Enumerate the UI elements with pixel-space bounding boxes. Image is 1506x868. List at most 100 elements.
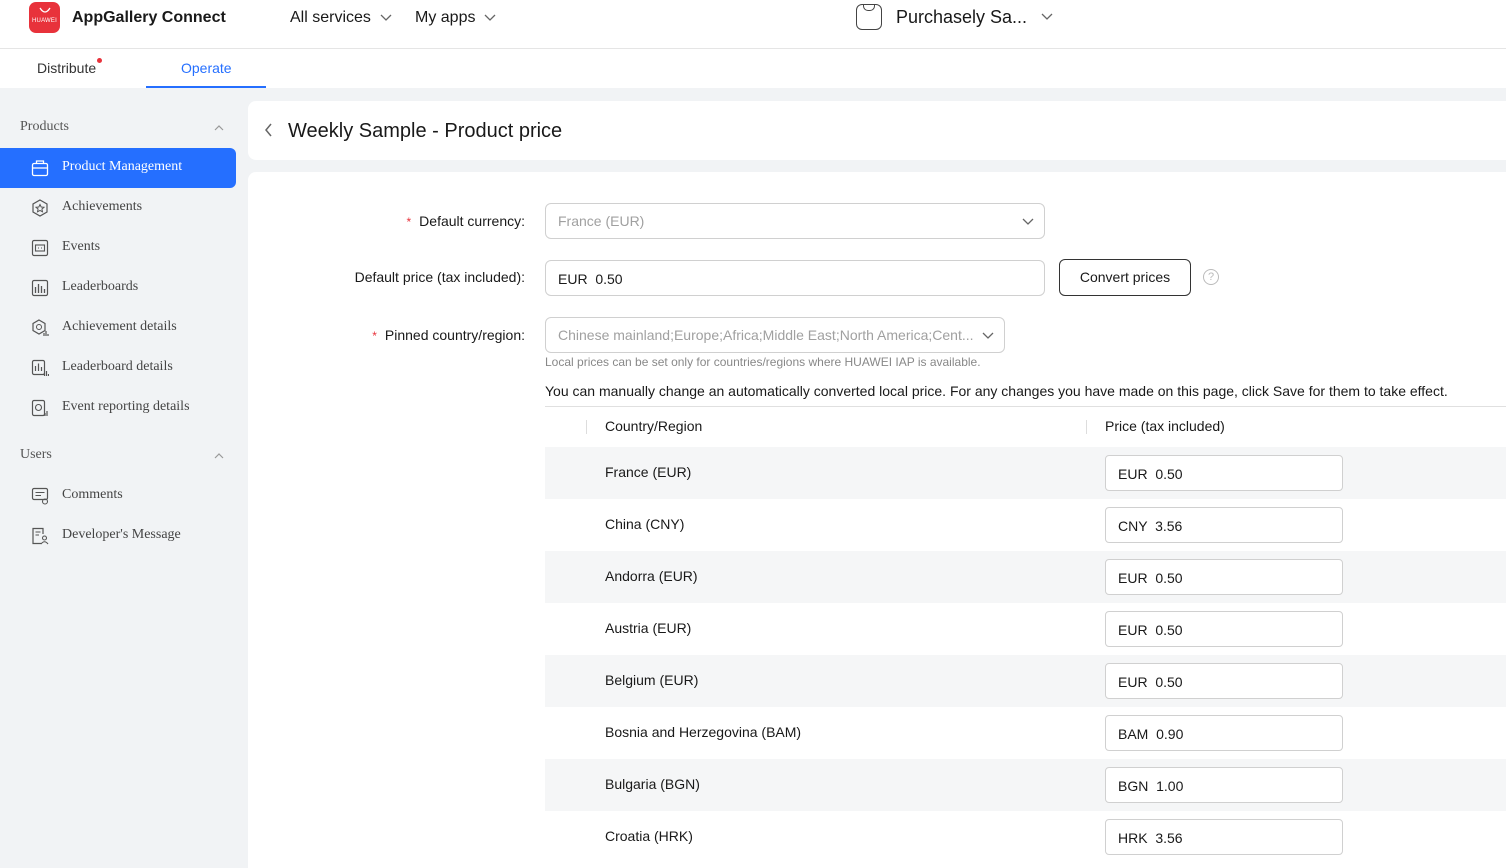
app-switcher[interactable]: Purchasely Sa...: [856, 4, 1053, 30]
sidebar-item-label: Achievement details: [62, 319, 177, 334]
price-value: CNY 3.56: [1118, 518, 1183, 534]
table-row: Andorra (EUR) EUR 0.50: [545, 551, 1506, 603]
table-row: Bosnia and Herzegovina (BAM) BAM 0.90: [545, 707, 1506, 759]
default-price-field[interactable]: EUR 0.50: [545, 260, 1045, 296]
table-row: China (CNY) CNY 3.56: [545, 499, 1506, 551]
tab-operate-label: Operate: [181, 60, 232, 76]
price-input[interactable]: EUR 0.50: [1105, 559, 1343, 595]
price-input[interactable]: EUR 0.50: [1105, 611, 1343, 647]
logo-text: HUAWEI: [32, 18, 57, 24]
sidebar-item-label: Leaderboard details: [62, 359, 173, 374]
sidebar-item-label: Event reporting details: [62, 399, 190, 414]
tab-distribute[interactable]: Distribute: [37, 58, 103, 76]
table-row: Belgium (EUR) EUR 0.50: [545, 655, 1506, 707]
group-users[interactable]: Users: [20, 447, 52, 463]
table-header: Country/Region Price (tax included): [545, 406, 1506, 447]
required-marker: *: [372, 329, 377, 343]
country-cell: Andorra (EUR): [605, 568, 698, 584]
sidebar-item-label: Leaderboards: [62, 279, 139, 294]
chevron-down-icon: [380, 14, 392, 21]
all-services-menu[interactable]: All services: [290, 9, 392, 27]
sidebar-item-achievements[interactable]: Achievements: [0, 188, 236, 228]
tab-bar: Distribute Operate: [0, 49, 1506, 88]
bag-handle-icon: [39, 7, 51, 13]
pinned-country-label: * Pinned country/region:: [372, 327, 525, 343]
developer-message-icon: [32, 527, 49, 545]
table-row: Bulgaria (BGN) BGN 1.00: [545, 759, 1506, 811]
notification-dot: [97, 58, 103, 63]
sidebar-item-achievement-details[interactable]: Achievement details: [0, 308, 236, 348]
sidebar-item-comments[interactable]: Comments: [0, 476, 236, 516]
pinned-country-select[interactable]: Chinese mainland;Europe;Africa;Middle Ea…: [545, 317, 1005, 353]
chevron-down-icon: [1041, 13, 1053, 20]
sidebar-item-leaderboard-details[interactable]: Leaderboard details: [0, 348, 236, 388]
sidebar-item-label: Product Management: [62, 159, 183, 174]
app-title[interactable]: AppGallery Connect: [72, 9, 226, 27]
pinned-country-value: Chinese mainland;Europe;Africa;Middle Ea…: [558, 327, 974, 343]
event-reporting-icon: [31, 399, 48, 417]
tab-distribute-label: Distribute: [37, 60, 97, 76]
sidebar-item-label: Comments: [62, 487, 123, 502]
price-input[interactable]: BGN 1.00: [1105, 767, 1343, 803]
sidebar-item-label: Events: [62, 239, 101, 254]
bag-icon: [31, 160, 49, 177]
all-services-label: All services: [290, 9, 371, 26]
price-table: Country/Region Price (tax included) Fran…: [545, 406, 1506, 863]
country-cell: Bulgaria (BGN): [605, 776, 700, 792]
price-input[interactable]: CNY 3.56: [1105, 507, 1343, 543]
achievement-details-icon: [32, 319, 49, 336]
sidebar-item-leaderboards[interactable]: Leaderboards: [0, 268, 236, 308]
page-title: Weekly Sample - Product price: [288, 120, 563, 142]
price-form: * Default currency: France (EUR) Default …: [248, 172, 1506, 868]
price-value: EUR 0.50: [1118, 466, 1183, 482]
price-value: EUR 0.50: [1118, 622, 1183, 638]
sidebar: Products Product Management Achievements…: [0, 88, 248, 868]
price-value: HRK 3.56: [1118, 830, 1183, 846]
required-marker: *: [406, 215, 412, 229]
chevron-up-icon[interactable]: [214, 453, 224, 459]
default-price-label: Default price (tax included):: [354, 269, 525, 285]
current-app-name: Purchasely Sa...: [896, 6, 1028, 27]
group-products[interactable]: Products: [20, 119, 69, 135]
sidebar-item-product-management[interactable]: Product Management: [0, 148, 236, 188]
default-currency-label-text: Default currency:: [419, 213, 525, 229]
huawei-logo[interactable]: HUAWEI: [29, 2, 60, 33]
achievement-icon: [32, 199, 48, 217]
column-divider: [1086, 420, 1087, 434]
default-currency-value: France (EUR): [558, 213, 645, 229]
country-cell: Croatia (HRK): [605, 828, 693, 844]
top-header: HUAWEI AppGallery Connect All services M…: [0, 0, 1506, 49]
leaderboard-icon: [31, 279, 49, 297]
sidebar-item-label: Developer's Message: [62, 527, 181, 542]
chevron-down-icon: [1022, 218, 1034, 225]
table-row: Croatia (HRK) HRK 3.56: [545, 811, 1506, 863]
price-input[interactable]: HRK 3.56: [1105, 819, 1343, 855]
pinned-country-label-text: Pinned country/region:: [384, 327, 525, 343]
page-header: Weekly Sample - Product price: [248, 101, 1506, 160]
price-input[interactable]: EUR 0.50: [1105, 455, 1343, 491]
my-apps-label: My apps: [415, 9, 476, 26]
price-input[interactable]: EUR 0.50: [1105, 663, 1343, 699]
default-currency-label: * Default currency:: [407, 213, 526, 229]
help-icon[interactable]: ?: [1203, 269, 1219, 285]
price-value: EUR 0.50: [1118, 674, 1183, 690]
save-note: You can manually change an automatically…: [545, 383, 1448, 399]
sidebar-item-developers-message[interactable]: Developer's Message: [0, 516, 236, 556]
back-arrow-icon[interactable]: [264, 123, 273, 137]
price-input[interactable]: BAM 0.90: [1105, 715, 1343, 751]
sidebar-item-label: Achievements: [62, 199, 143, 214]
chevron-up-icon[interactable]: [214, 125, 224, 131]
convert-prices-button[interactable]: Convert prices: [1059, 259, 1191, 296]
chevron-down-icon: [982, 332, 994, 339]
sidebar-item-events[interactable]: Events: [0, 228, 236, 268]
tab-operate[interactable]: Operate: [181, 60, 232, 76]
country-cell: France (EUR): [605, 464, 692, 480]
default-price-value: EUR 0.50: [558, 271, 623, 287]
table-row: France (EUR) EUR 0.50: [545, 447, 1506, 499]
events-icon: [31, 239, 49, 257]
country-cell: China (CNY): [605, 516, 685, 532]
sidebar-item-event-reporting-details[interactable]: Event reporting details: [0, 388, 236, 428]
my-apps-menu[interactable]: My apps: [415, 9, 496, 27]
column-divider: [586, 420, 587, 434]
default-currency-select[interactable]: France (EUR): [545, 203, 1045, 239]
